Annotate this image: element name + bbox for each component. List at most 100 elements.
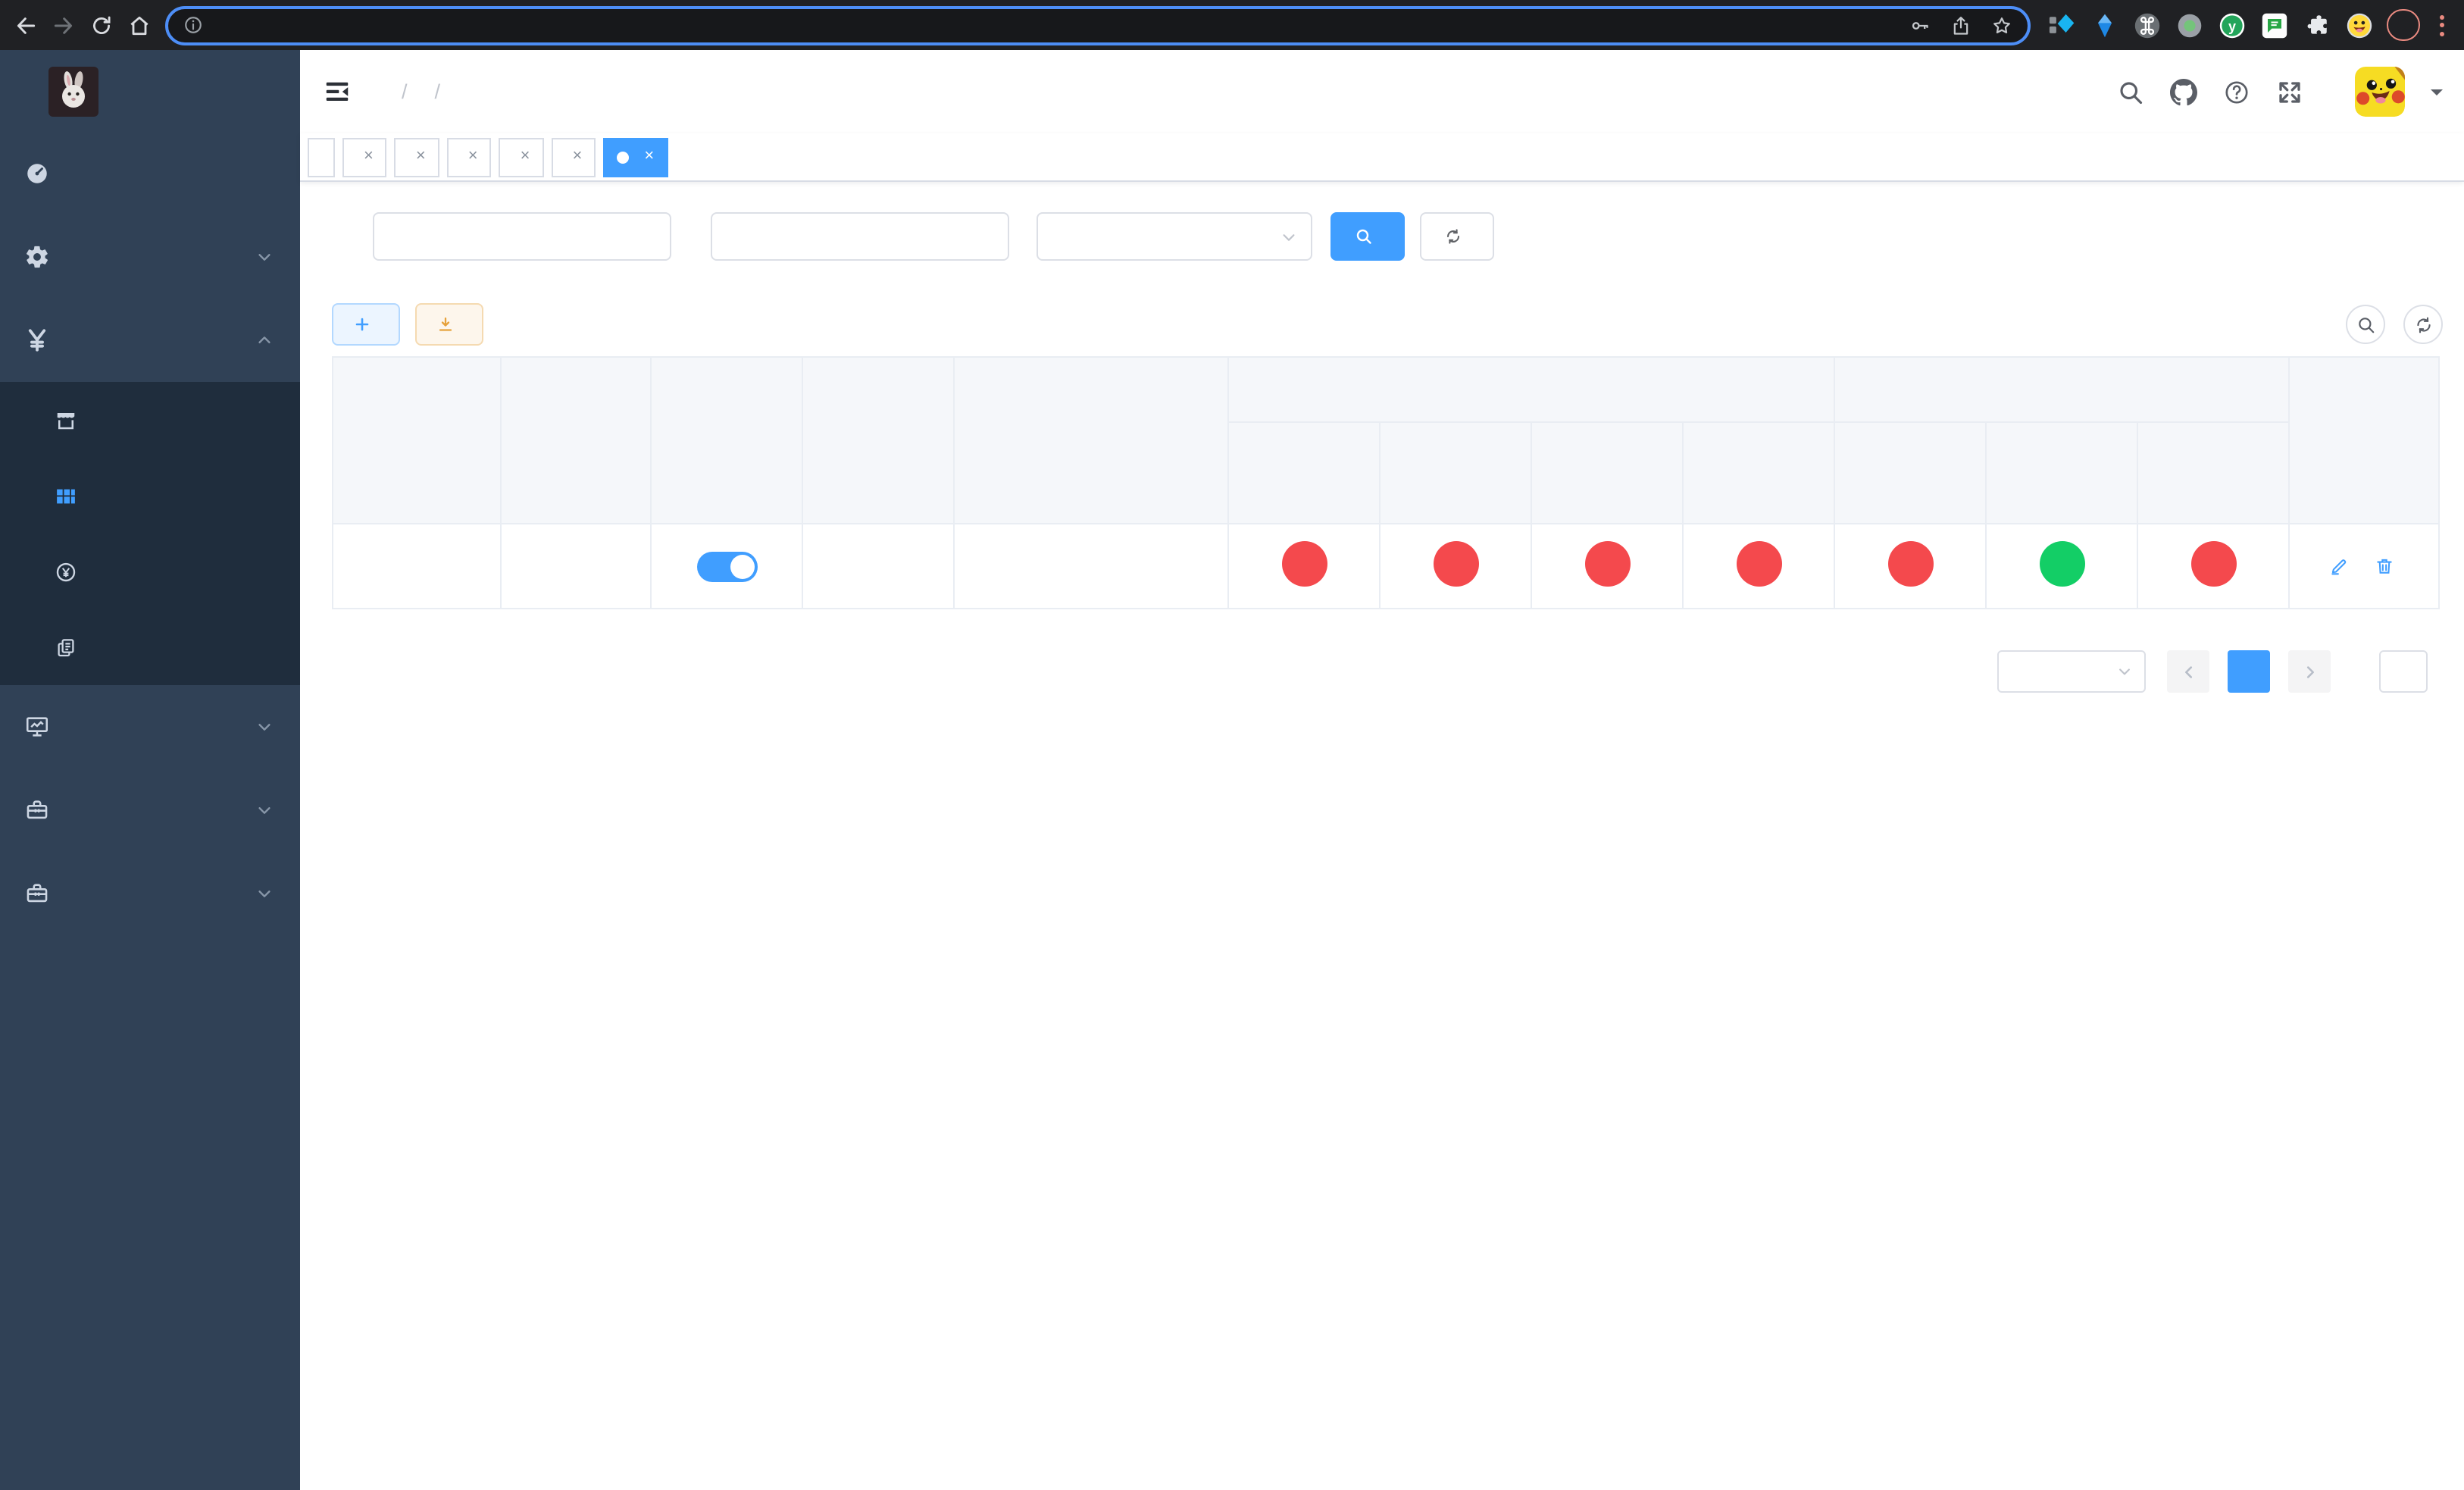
prev-page-button[interactable] [2167,650,2209,693]
back-icon[interactable] [14,13,38,37]
extension-diamond-icon[interactable] [2049,11,2076,39]
active-dot [617,151,630,163]
search-icon [1356,229,1371,244]
extension-chat-icon[interactable] [2261,11,2288,39]
tag-refund-order[interactable]: × [499,137,544,177]
close-icon[interactable]: × [468,148,478,165]
breadcrumb: / / [388,80,454,103]
cell-app-id [332,523,502,609]
fullscreen-icon[interactable] [2276,78,2303,105]
search-button[interactable] [1330,212,1405,261]
app-name-input[interactable] [373,212,671,261]
github-icon[interactable] [2170,78,2197,105]
sidebar-item-workflow[interactable] [0,852,300,935]
export-button[interactable] [415,303,483,346]
svg-text:y: y [2228,18,2236,33]
sidebar-item-merchant-info[interactable] [0,382,300,458]
close-icon[interactable]: × [416,148,426,165]
tag-pay-order[interactable]: × [446,137,492,177]
bookmark-star-icon[interactable] [1991,14,2012,36]
browser-update-button[interactable] [2387,9,2420,41]
chevron-down-icon [258,724,270,731]
group-wechat-config [1833,356,2290,423]
toggle-search-button[interactable] [2346,305,2385,344]
toolbox-icon [27,800,48,819]
copy-document-icon [58,638,74,656]
chevron-left-icon [2184,665,2192,678]
page-number-active[interactable] [2228,650,2270,693]
extension-puzzle-icon[interactable] [2303,11,2331,39]
extension-command-icon[interactable] [2134,11,2161,39]
sidebar-item-dev-tools[interactable] [0,768,300,852]
col-wechat-jsapi [1985,421,2138,524]
status-toggle[interactable] [696,551,757,581]
alipay-pc-status-icon [1433,541,1478,587]
cell-app-name [500,523,652,609]
help-icon[interactable] [2223,78,2250,105]
sidebar-logo[interactable] [0,50,300,132]
extension-green-y-icon[interactable]: y [2219,11,2246,39]
chevron-down-icon [258,254,270,261]
wechat-jsapi-status-icon [2039,541,2084,587]
forward-icon[interactable] [52,13,76,37]
merchant-name-input[interactable] [711,212,1009,261]
tag-flow-form[interactable]: × [342,137,387,177]
avatar-caret-icon[interactable] [2431,89,2443,101]
gear-icon [27,246,48,268]
wechat-app-status-icon [2190,541,2237,587]
search-icon[interactable] [2117,78,2144,105]
home-icon[interactable] [127,13,152,37]
dashboard-icon [27,164,47,183]
alipay-scan-status-icon [1736,541,1781,587]
delete-button[interactable] [2374,556,2400,576]
password-key-icon[interactable] [1909,14,1931,36]
chevron-down-icon [1283,233,1295,240]
tag-merchant-info[interactable]: × [551,137,596,177]
extension-emoji-icon[interactable] [2346,11,2373,39]
navbar-actions [2117,67,2443,117]
breadcrumb-separator: / [434,80,441,103]
share-icon[interactable] [1950,14,1972,36]
page-content [300,182,2464,1490]
sidebar-item-infrastructure[interactable] [0,685,300,768]
cell-created [953,523,1229,609]
main-panel: / / × × × × × × [300,50,2464,1490]
sidebar-collapse-icon[interactable] [323,77,352,106]
close-icon[interactable]: × [644,148,654,165]
sidebar-item-home[interactable] [0,132,300,215]
sidebar [0,50,300,1490]
close-icon[interactable]: × [573,148,583,165]
refresh-table-button[interactable] [2403,305,2443,344]
extension-recorder-icon[interactable] [2176,11,2203,39]
sidebar-item-payment[interactable] [0,299,300,382]
next-page-button[interactable] [2288,650,2331,693]
tag-user-group[interactable]: × [394,137,439,177]
address-bar[interactable] [165,5,2031,45]
reload-icon[interactable] [89,13,114,37]
col-alipay-pc [1379,421,1532,524]
sidebar-item-pay-order[interactable] [0,534,300,609]
pagination [332,650,2443,693]
sidebar-item-app-info[interactable] [0,458,300,534]
col-operations [2288,356,2441,524]
sidebar-item-system[interactable] [0,215,300,299]
tag-home[interactable] [308,137,335,177]
tag-app-info-active[interactable]: × [603,137,668,177]
app-table [332,356,2441,609]
top-navbar: / / [300,50,2464,133]
user-avatar[interactable] [2355,67,2405,117]
goto-page-input[interactable] [2379,650,2428,693]
edit-button[interactable] [2328,556,2354,576]
site-info-icon[interactable] [183,15,203,35]
close-icon[interactable]: × [364,148,374,165]
status-select[interactable] [1037,212,1312,261]
wechat-mini-status-icon [1887,541,1933,587]
page-size-select[interactable] [1997,650,2146,693]
sidebar-item-refund-order[interactable] [0,609,300,685]
reset-button[interactable] [1420,212,1494,261]
plus-icon [355,318,369,331]
browser-menu-icon[interactable] [2434,14,2450,36]
close-icon[interactable]: × [521,148,530,165]
extension-gem-icon[interactable] [2091,11,2118,39]
add-button[interactable] [332,303,400,346]
